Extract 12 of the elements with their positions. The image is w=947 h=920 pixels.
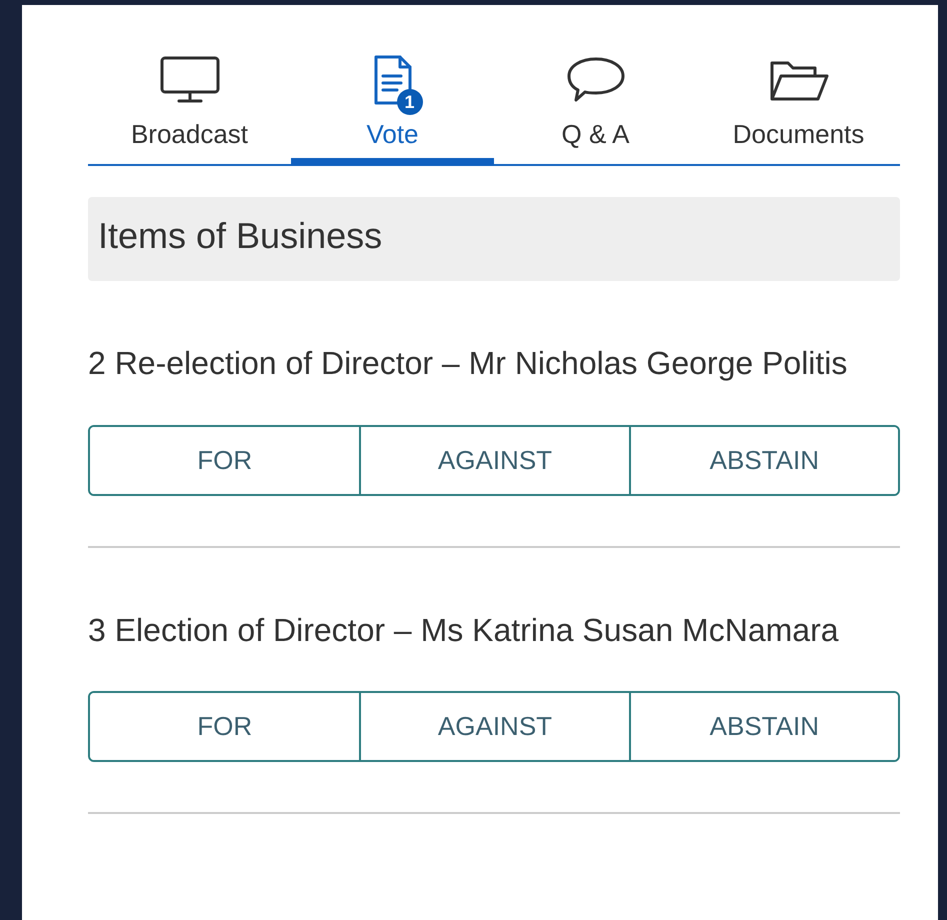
vote-button[interactable]: ABSTAIN bbox=[628, 693, 898, 760]
resolution-title: 2 Re-election of Director – Mr Nicholas George Politis bbox=[88, 344, 848, 383]
resolution-title: 3 Election of Director – Ms Katrina Susan McNamara bbox=[88, 610, 840, 650]
tab[interactable]: 1 Vote bbox=[291, 45, 494, 166]
tab[interactable]: Documents bbox=[697, 45, 900, 166]
monitor-icon bbox=[158, 55, 220, 105]
tab[interactable]: Broadcast bbox=[88, 45, 291, 166]
section-heading: Items of Business bbox=[88, 197, 900, 281]
vote-button[interactable]: ABSTAIN bbox=[628, 426, 898, 494]
tab[interactable]: Q & A bbox=[494, 45, 697, 166]
count-badge: 1 bbox=[396, 89, 422, 115]
document-icon bbox=[372, 54, 412, 106]
